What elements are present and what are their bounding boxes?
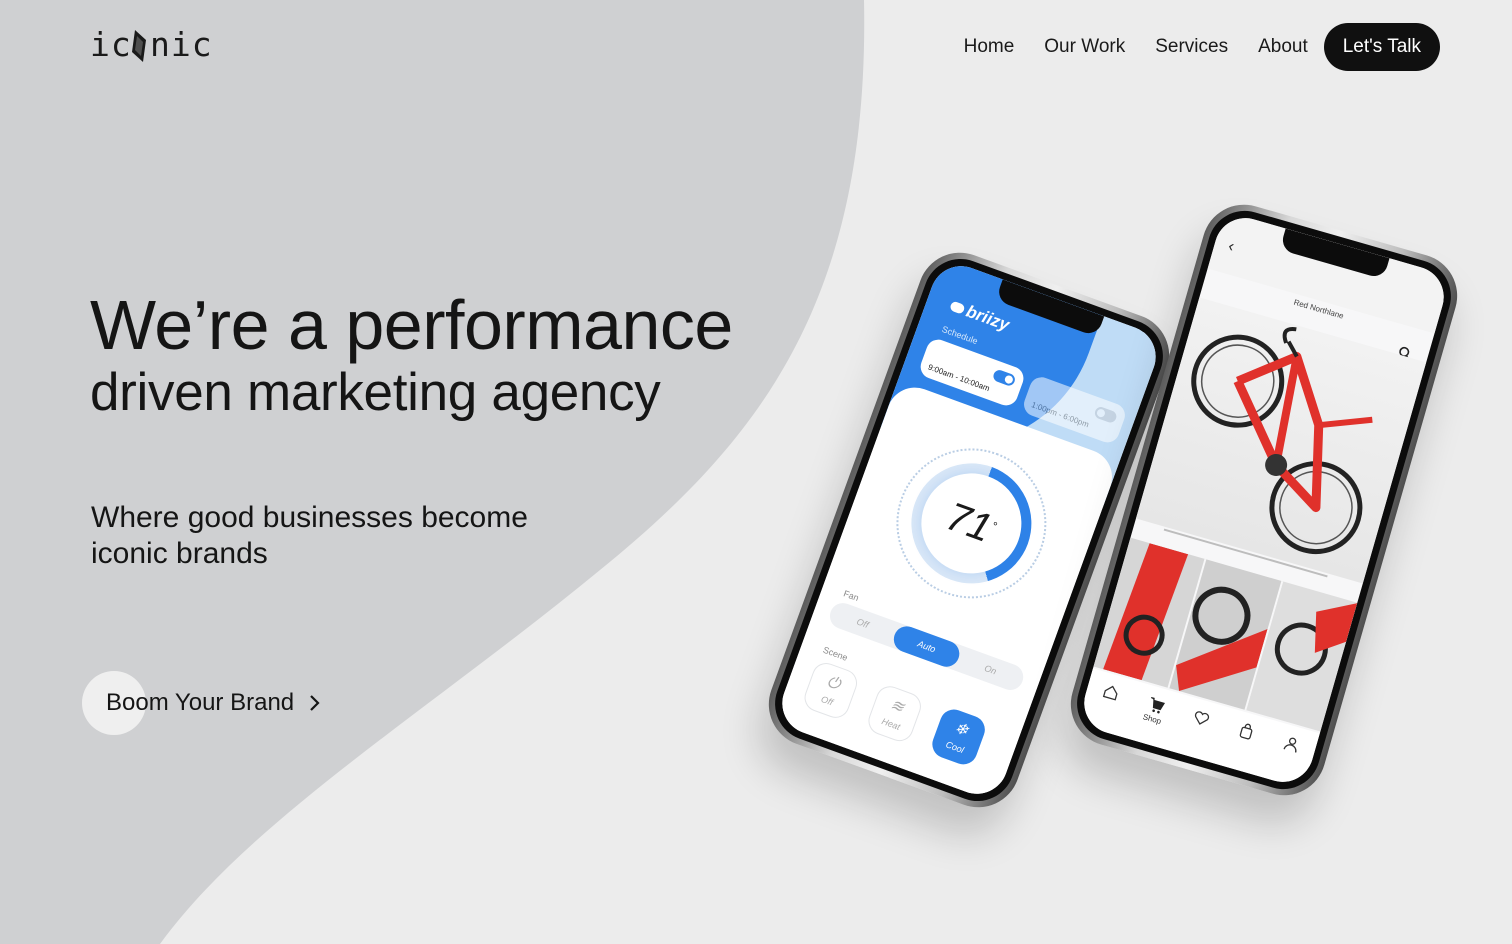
nav-our-work[interactable]: Our Work — [1044, 36, 1125, 58]
home-icon — [1102, 685, 1118, 701]
tab-profile[interactable] — [1273, 732, 1311, 759]
nav-services[interactable]: Services — [1155, 36, 1228, 58]
lets-talk-button[interactable]: Let's Talk — [1323, 23, 1440, 71]
cloud-icon — [949, 300, 966, 315]
heat-icon: ≋ — [888, 696, 907, 717]
bag-icon — [1239, 723, 1253, 740]
schedule-toggle[interactable] — [1093, 405, 1119, 425]
chevron-right-icon — [310, 695, 320, 711]
user-icon — [1283, 737, 1297, 753]
boom-your-brand-label: Boom Your Brand — [106, 689, 295, 716]
cart-icon — [1150, 696, 1165, 714]
iconic-logo[interactable]: ic nic — [90, 26, 218, 66]
tab-shop[interactable]: Shop — [1134, 693, 1174, 728]
nav-home[interactable]: Home — [964, 36, 1015, 58]
hero-headline-line1: We’re a performance — [90, 286, 733, 364]
hero-tagline: Where good businesses become iconic bran… — [91, 501, 528, 570]
tab-bag[interactable] — [1228, 719, 1266, 746]
schedule-toggle[interactable] — [991, 368, 1017, 388]
nav-about[interactable]: About — [1258, 36, 1308, 58]
heart-icon — [1194, 711, 1210, 725]
svg-text:nic: nic — [150, 26, 213, 64]
snowflake-icon: ❄ — [951, 719, 971, 741]
main-nav: Home Our Work Services About Let's Talk — [964, 23, 1440, 71]
hero-heading: We’re a performance driven marketing age… — [90, 286, 733, 422]
boom-your-brand-button[interactable]: Boom Your Brand — [82, 670, 320, 736]
tab-home[interactable] — [1092, 680, 1130, 707]
tab-favorites[interactable] — [1182, 706, 1220, 733]
hero-headline-line2: driven marketing agency — [90, 363, 661, 422]
power-icon: ⏻ — [824, 673, 843, 694]
svg-text:ic: ic — [90, 26, 132, 64]
